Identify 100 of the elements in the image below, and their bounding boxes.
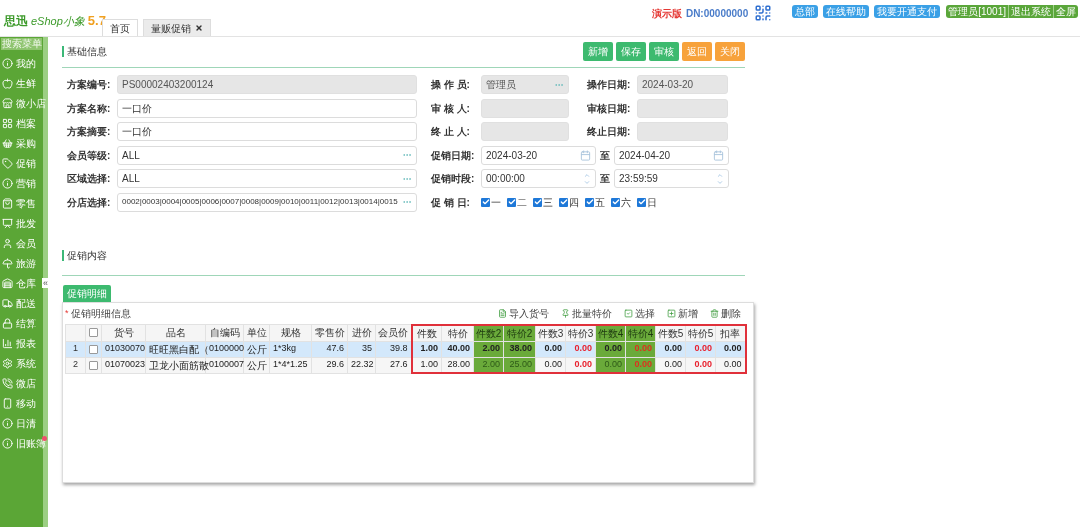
sidebar-item[interactable]: 档案 [0,113,43,133]
field-label: 区域选择: [67,172,112,186]
sidebar-item[interactable]: 会员 [0,233,43,253]
text-field[interactable]: 一口价 [117,122,417,141]
action-button[interactable]: 返回 [682,41,712,61]
text-field[interactable]: ALL [117,169,417,188]
day-checkbox[interactable]: 四 [559,194,579,210]
toolbar-button[interactable]: 导入货号 [498,306,549,321]
time-field[interactable]: 00:00:00 [481,169,596,188]
toolbar-button[interactable]: 删除 [710,306,741,321]
date-field[interactable]: 2024-04-20 [614,145,729,165]
table-cell: 0.00 [685,357,716,373]
select-all-checkbox[interactable] [89,328,98,338]
table-cell: 公斤 [243,341,270,357]
day-checkbox[interactable]: 六 [611,194,631,210]
checkbox[interactable] [611,197,620,207]
day-checkbox[interactable]: 二 [507,194,527,210]
sidebar-item[interactable]: 微店 [0,373,43,393]
field-label: 方案编号: [67,78,112,92]
row-checkbox[interactable] [89,344,98,354]
warehouse-icon [2,277,13,289]
collapse-toggle[interactable]: « [42,278,49,288]
toolbar-button[interactable]: 批量特价 [561,306,612,321]
action-button[interactable]: 审核 [649,41,679,61]
checkbox[interactable] [585,197,594,207]
page-tab[interactable]: 量贩促销 [143,19,211,36]
sidebar-item[interactable]: 系统 [0,353,43,373]
checkbox[interactable] [481,197,490,207]
checkbox[interactable] [507,197,516,207]
sidebar-item[interactable]: 我的 [0,53,43,73]
column-header: 特价4 [625,324,656,341]
action-button[interactable]: 新增 [583,41,613,61]
toolbar-button[interactable]: 新增 [667,306,698,321]
store-icon [2,97,13,109]
device-number: DN:00000000 [685,7,749,21]
sidebar-item[interactable]: 促销 [0,153,43,173]
action-button[interactable]: 保存 [616,41,646,61]
checkbox[interactable] [559,197,568,207]
sidebar-item[interactable]: 配送 [0,293,43,313]
info-icon [2,57,13,69]
sidebar-item[interactable]: 报表 [0,333,43,353]
field-label: 终止日期: [587,125,632,139]
basket-icon [2,137,13,149]
row-number: 2 [65,357,86,373]
row-number: 1 [65,341,86,357]
sidebar-item[interactable]: 结算 [0,313,43,333]
sidebar-item[interactable]: 营销 [0,173,43,193]
grid-icon [2,117,13,129]
day-checkbox[interactable]: 三 [533,194,553,210]
date-field[interactable]: 2024-03-20 [481,145,596,165]
header-link[interactable]: 我要开通支付 [874,5,941,18]
calendar-icon[interactable] [580,149,591,161]
sidebar-item[interactable]: 零售 [0,193,43,213]
section-title: 基础信息 [62,45,107,57]
column-header: 零售价 [311,324,348,341]
text-field[interactable]: ALL [117,145,417,165]
time-field[interactable]: 23:59:59 [614,169,729,188]
field-label: 终 止 人: [431,125,471,139]
sidebar-item[interactable]: 旅游 [0,253,43,273]
day-checkbox[interactable]: 日 [637,194,657,210]
text-field[interactable]: 0002|0003|0004|0005|0006|0007|0008|0009|0010|0011|0012|0013|0014|0015 [117,192,417,212]
text-field[interactable]: 一口价 [117,98,417,118]
tag-icon [2,157,13,169]
sidebar-item[interactable]: 仓库 [0,273,43,293]
checkbox[interactable] [637,197,646,207]
day-checkbox[interactable]: 五 [585,194,605,210]
table-cell: 公斤 [243,357,270,373]
board-icon [2,217,13,229]
day-checkbox[interactable]: 一 [481,194,501,210]
action-button[interactable]: 关闭 [715,41,745,61]
close-icon[interactable] [195,24,203,32]
table-cell: 35 [347,341,376,357]
toolbar-button[interactable]: 选择 [624,306,655,321]
sidebar-item[interactable]: 采购 [0,133,43,153]
field-label: 分店选择: [67,195,112,210]
column-header: 会员价 [375,324,412,341]
header-link[interactable]: 退出系统 [1008,5,1053,18]
column-header: 件数2 [473,324,504,341]
field-label: 方案名称: [67,101,112,116]
header-link[interactable]: 管理员[1001] [946,5,1008,18]
column-header: 规格 [269,324,312,341]
header-link[interactable]: 在线帮助 [823,5,870,18]
qr-code-icon[interactable] [754,4,773,22]
sidebar-item[interactable]: 移动 [0,393,43,413]
range-separator: 至 [599,148,611,163]
menu-search-field[interactable]: 搜索菜单 [1,38,42,50]
table-cell: 29.6 [311,357,348,373]
table-cell: 1*3kg [269,341,312,357]
sidebar-item[interactable]: 生鲜 [0,73,43,93]
row-checkbox[interactable] [89,360,98,370]
sidebar-item[interactable]: 日清 [0,413,43,433]
header-link[interactable]: 全屏 [1053,5,1078,18]
calendar-icon[interactable] [713,149,724,161]
sidebar-item[interactable]: 批发 [0,213,43,233]
page-tab[interactable]: 首页 [102,19,138,36]
table-cell: 47.6 [311,341,348,357]
truck-icon [2,297,13,309]
content-tab[interactable]: 促销明细 [63,284,111,302]
checkbox[interactable] [533,197,542,207]
header-link[interactable]: 总部 [792,5,819,18]
